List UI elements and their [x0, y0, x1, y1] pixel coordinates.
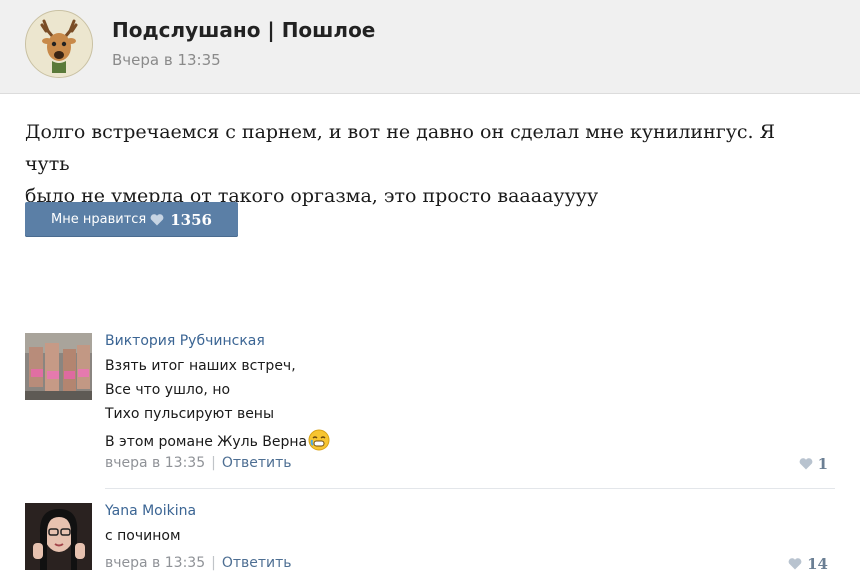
- comment-author[interactable]: Yana Moikina: [105, 503, 196, 519]
- comment: Yana Moikina с почином вчера в 13:35 | Отв…: [25, 503, 835, 579]
- comment-text-line: с почином: [105, 528, 181, 544]
- avatar[interactable]: [25, 333, 92, 400]
- like-count: 1356: [170, 210, 212, 229]
- comment-text-line: Все что ушло, но: [105, 382, 231, 398]
- tear-emoji-icon: [308, 429, 330, 455]
- comment-like-button[interactable]: 1: [799, 455, 828, 473]
- reply-link[interactable]: Ответить: [222, 455, 292, 471]
- group-name[interactable]: Подслушано | Пошлое: [112, 18, 375, 42]
- comment-time[interactable]: вчера в 13:35: [105, 455, 205, 471]
- post-text-line: Долго встречаемся с парнем, и вот не дав…: [25, 121, 775, 175]
- group-avatar[interactable]: [25, 10, 93, 78]
- like-label: Мне нравится: [51, 212, 147, 227]
- heart-icon: [788, 558, 802, 570]
- deer-logo-icon: [26, 11, 92, 77]
- comment-divider: [105, 488, 835, 489]
- reply-link[interactable]: Ответить: [222, 555, 292, 571]
- comment-time[interactable]: вчера в 13:35: [105, 555, 205, 571]
- heart-icon: [799, 458, 812, 470]
- comment: Виктория Рубчинская Взять итог наших вст…: [25, 333, 835, 473]
- comment-meta: вчера в 13:35 | Ответить: [105, 455, 292, 471]
- meta-separator: |: [211, 455, 216, 471]
- post-timestamp[interactable]: Вчера в 13:35: [112, 51, 221, 69]
- avatar[interactable]: [25, 503, 92, 570]
- comment-like-button[interactable]: 14: [788, 555, 828, 573]
- heart-icon: [150, 213, 164, 226]
- comment-text-line-group: В этом романе Жуль Верна: [105, 429, 330, 455]
- comment-meta: вчера в 13:35 | Ответить: [105, 555, 292, 571]
- comment-author[interactable]: Виктория Рубчинская: [105, 333, 265, 349]
- comment-text-line: Взять итог наших встреч,: [105, 358, 296, 374]
- like-button[interactable]: Мне нравится 1356: [25, 202, 238, 237]
- comment-text-line: Тихо пульсируют вены: [105, 406, 275, 422]
- comment-like-count: 1: [817, 455, 828, 473]
- post-text: Долго встречаемся с парнем, и вот не дав…: [25, 116, 825, 212]
- comment-like-count: 14: [807, 555, 828, 573]
- meta-separator: |: [211, 555, 216, 571]
- post-header: Подслушано | Пошлое Вчера в 13:35: [0, 0, 860, 94]
- comment-text-line: В этом романе Жуль Верна: [105, 434, 308, 450]
